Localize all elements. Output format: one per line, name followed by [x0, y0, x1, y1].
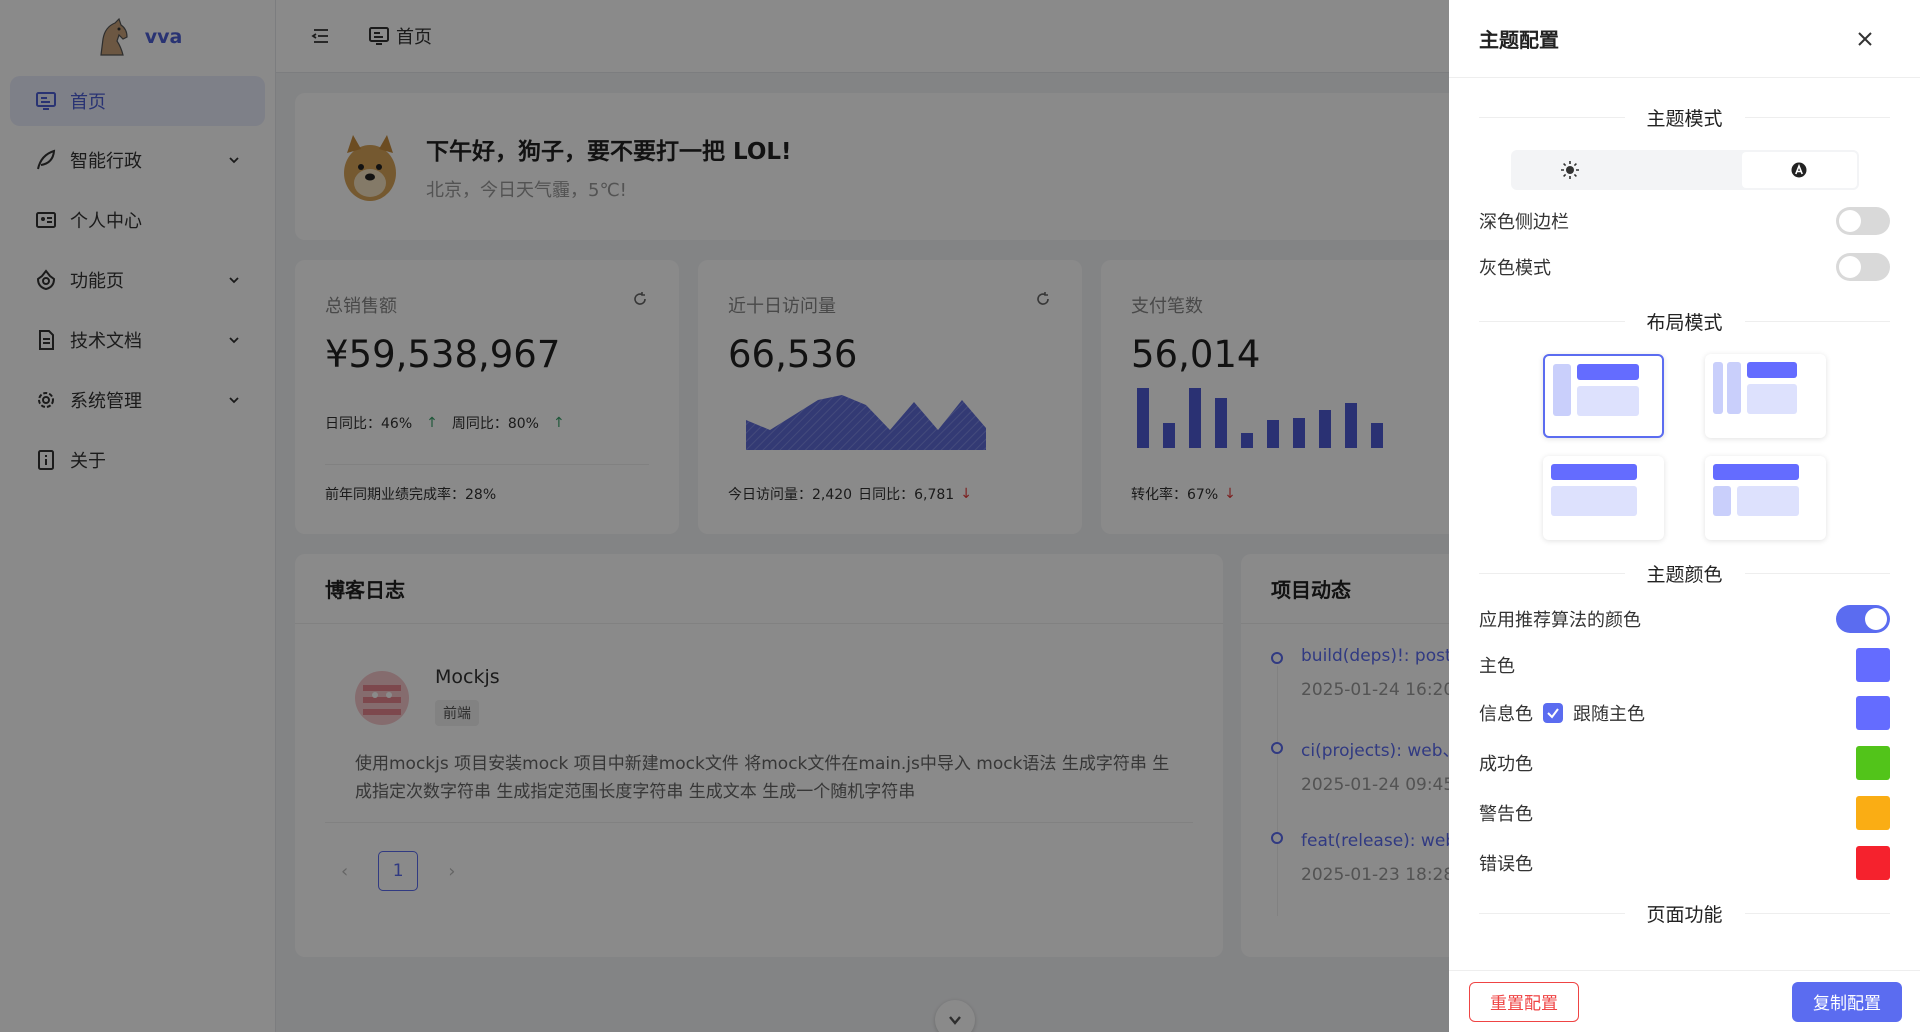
layout-vertical[interactable]: [1543, 354, 1664, 438]
layout-vertical-mix[interactable]: [1705, 354, 1826, 438]
sun-icon: [1560, 161, 1579, 179]
success-color-label: 成功色: [1479, 754, 1533, 775]
follow-primary-checkbox[interactable]: [1543, 703, 1563, 723]
dark-sidebar-label: 深色侧边栏: [1479, 212, 1569, 233]
dark-mode-button[interactable]: [1627, 152, 1742, 188]
success-color-swatch[interactable]: [1856, 746, 1890, 780]
layout-options: [1479, 354, 1890, 540]
info-color-swatch[interactable]: [1856, 696, 1890, 730]
light-mode-button[interactable]: [1513, 152, 1628, 188]
section-title: 主题颜色: [1646, 563, 1723, 586]
section-page-function: 页面功能: [1479, 890, 1891, 936]
dark-sidebar-toggle[interactable]: [1836, 207, 1890, 235]
drawer-title: 主题配置: [1479, 28, 1559, 52]
layout-horizontal-mix[interactable]: [1705, 456, 1826, 540]
theme-mode-switch: [1510, 150, 1859, 190]
recommend-color-label: 应用推荐算法的颜色: [1479, 610, 1641, 631]
error-color-row: 错误色: [1479, 838, 1890, 888]
primary-color-label: 主色: [1479, 656, 1515, 677]
recommend-color-row: 应用推荐算法的颜色: [1479, 596, 1890, 642]
section-title: 布局模式: [1646, 311, 1723, 334]
gray-mode-toggle[interactable]: [1836, 253, 1890, 281]
reset-config-button[interactable]: 重置配置: [1469, 981, 1579, 1022]
success-color-row: 成功色: [1479, 738, 1890, 788]
recommend-color-toggle[interactable]: [1836, 605, 1890, 633]
warning-color-label: 警告色: [1479, 804, 1533, 825]
error-color-swatch[interactable]: [1856, 846, 1890, 880]
gray-mode-row: 灰色模式: [1479, 244, 1890, 290]
primary-color-row: 主色: [1479, 642, 1890, 688]
follow-primary-label: 跟随主色: [1573, 704, 1645, 725]
gray-mode-label: 灰色模式: [1479, 258, 1551, 279]
info-color-row: 信息色 跟随主色: [1479, 688, 1890, 738]
check-icon: [1547, 708, 1559, 719]
section-theme-mode: 主题模式: [1479, 94, 1891, 140]
auto-mode-button[interactable]: [1741, 152, 1857, 188]
close-icon[interactable]: [1854, 28, 1876, 50]
info-color-label: 信息色: [1479, 704, 1533, 725]
moon-icon: [1680, 163, 1688, 177]
section-layout-mode: 布局模式: [1479, 298, 1891, 344]
auto-mode-icon: [1791, 162, 1807, 178]
dark-sidebar-row: 深色侧边栏: [1479, 198, 1890, 244]
section-theme-color: 主题颜色: [1479, 550, 1891, 596]
error-color-label: 错误色: [1479, 854, 1533, 875]
drawer-footer: 重置配置 复制配置: [1449, 970, 1920, 1032]
layout-horizontal[interactable]: [1543, 456, 1664, 540]
copy-config-button[interactable]: 复制配置: [1792, 981, 1902, 1022]
theme-config-drawer: 主题配置 主题模式 深色侧边栏 灰色模式 布局模式 主题颜色 应用推荐算法的颜色…: [1449, 0, 1920, 1032]
warning-color-row: 警告色: [1479, 788, 1890, 838]
warning-color-swatch[interactable]: [1856, 796, 1890, 830]
section-title: 主题模式: [1646, 107, 1723, 130]
primary-color-swatch[interactable]: [1856, 648, 1890, 682]
section-title: 页面功能: [1646, 903, 1723, 926]
